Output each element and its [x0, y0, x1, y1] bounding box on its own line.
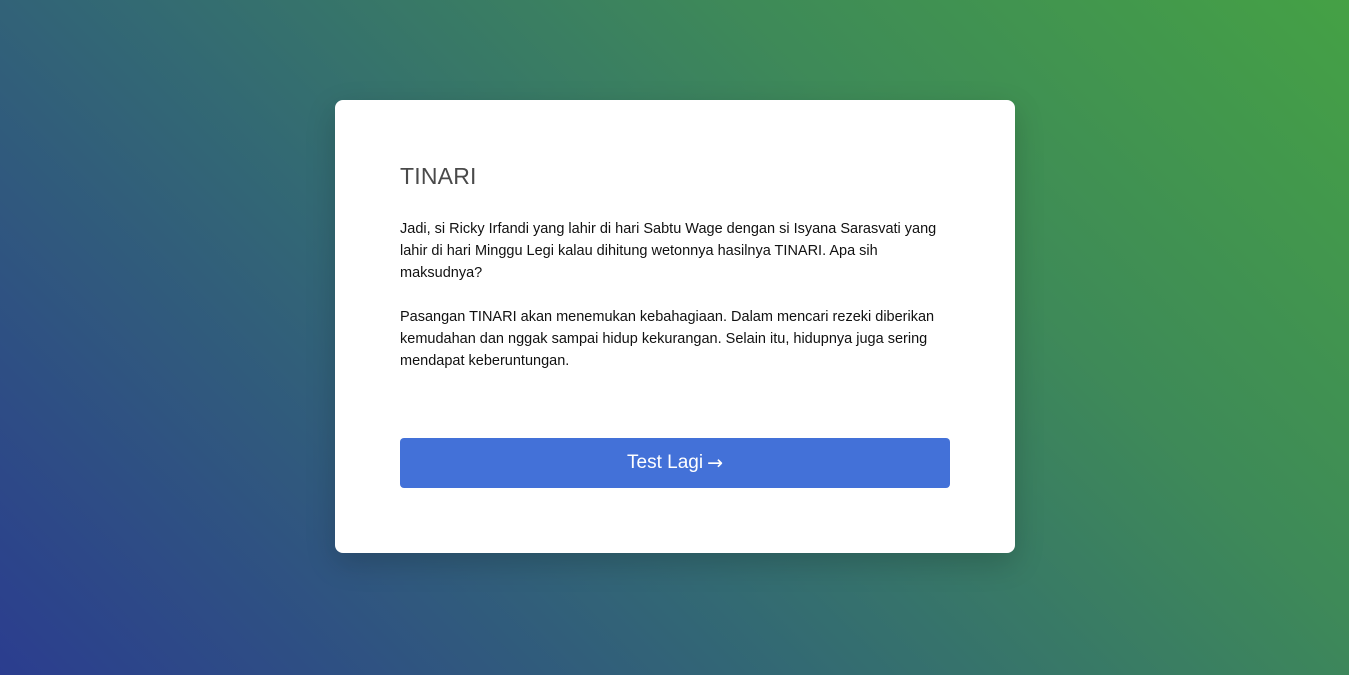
result-card: TINARI Jadi, si Ricky Irfandi yang lahir…	[335, 100, 1015, 553]
arrow-right-icon: →	[707, 452, 723, 474]
test-again-label: Test Lagi	[627, 452, 704, 473]
result-title: TINARI	[400, 163, 477, 189]
test-again-button[interactable]: Test Lagi →	[400, 438, 950, 488]
result-meaning: Pasangan TINARI akan menemukan kebahagia…	[400, 309, 935, 369]
result-explanation: Jadi, si Ricky Irfandi yang lahir di har…	[400, 221, 937, 281]
